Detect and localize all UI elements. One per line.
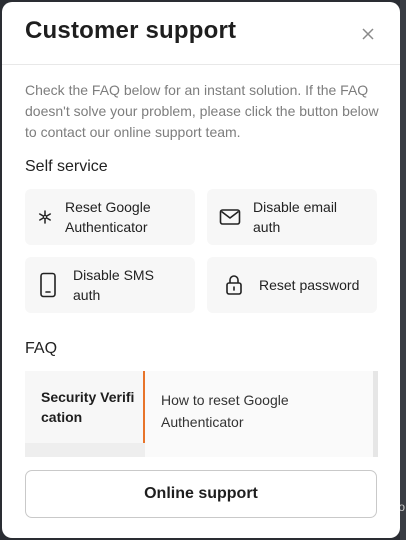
faq-category-label: Security Verification [41, 389, 135, 425]
faq-heading: FAQ [25, 340, 58, 357]
close-button[interactable] [358, 24, 378, 44]
disable-sms-auth-card[interactable]: Disable SMS auth [25, 257, 195, 313]
dialog-title: Customer support [25, 17, 237, 44]
authenticator-icon [37, 209, 53, 225]
intro-text: Check the FAQ below for an instant solut… [25, 82, 379, 140]
disable-sms-auth-label: Disable SMS auth [73, 267, 154, 303]
reset-password-label: Reset password [259, 277, 360, 293]
disable-email-auth-label: Disable email auth [253, 199, 338, 235]
faq-category-next [25, 443, 145, 457]
online-support-button[interactable]: Online support [25, 470, 377, 518]
lock-icon [225, 274, 243, 296]
disable-email-auth-card[interactable]: Disable email auth [207, 189, 377, 245]
customer-support-dialog: Customer support Check the FAQ below for… [2, 2, 400, 538]
self-service-heading: Self service [25, 158, 108, 175]
dialog-header: Customer support [2, 2, 400, 65]
reset-password-card[interactable]: Reset password [207, 257, 377, 313]
reset-google-authenticator-card[interactable]: Reset Google Authenticator [25, 189, 195, 245]
email-icon [219, 208, 241, 226]
backdrop [400, 0, 406, 540]
phone-icon [39, 272, 57, 298]
faq-scrollbar[interactable] [373, 371, 378, 457]
faq-item-reset-google-authenticator[interactable]: How to reset Google Authenticator [161, 389, 361, 433]
reset-google-authenticator-label: Reset Google Authenticator [65, 199, 151, 235]
faq-category-security-verification[interactable]: Security Verification [25, 371, 145, 443]
close-icon [362, 28, 374, 40]
faq-panel: Security Verification How to reset Googl… [25, 371, 378, 457]
faq-category-active-indicator [143, 371, 145, 443]
